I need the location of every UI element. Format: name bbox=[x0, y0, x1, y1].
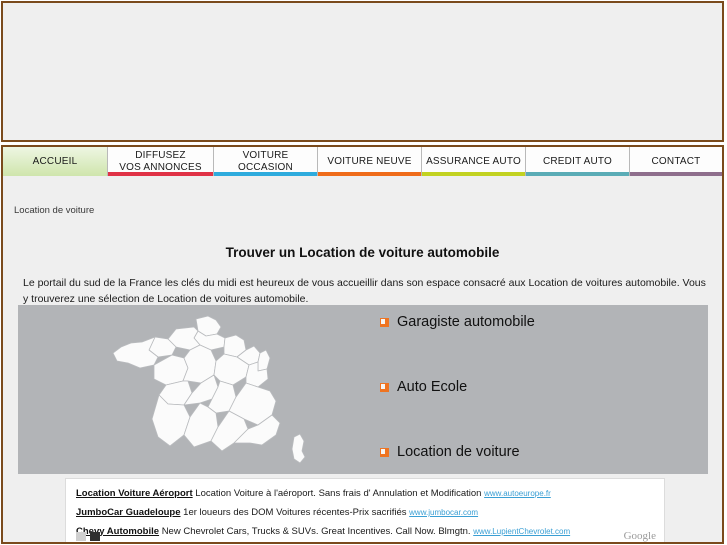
bullet-square-icon bbox=[380, 447, 389, 457]
nav-item-accueil-label: ACCUEIL bbox=[32, 155, 78, 167]
bullet-square-icon bbox=[380, 382, 389, 392]
nav-item-voiture-neuve-label: VOITURE NEUVE bbox=[327, 155, 412, 167]
ad-title[interactable]: JumboCar Guadeloupe bbox=[76, 507, 181, 518]
page-title: Trouver un Location de voiture automobil… bbox=[225, 245, 500, 261]
intro-paragraph: Le portail du sud de la France les clés … bbox=[23, 276, 706, 305]
ad-title[interactable]: Location Voiture Aéroport bbox=[76, 488, 193, 499]
google-brand-label: Google bbox=[623, 530, 656, 542]
category-link-garagiste-label: Garagiste automobile bbox=[397, 314, 535, 330]
category-link-auto-ecole[interactable]: Auto Ecole bbox=[380, 379, 467, 395]
ads-footer: Google bbox=[76, 530, 656, 542]
france-regions-map bbox=[18, 305, 358, 474]
nav-item-voiture-occasion-label: VOITURE OCCASION bbox=[238, 150, 293, 173]
category-panel: Garagiste automobile Auto Ecole Location… bbox=[18, 305, 708, 474]
main-content: Location de voiture Trouver un Location … bbox=[1, 176, 724, 544]
nav-item-accueil[interactable]: ACCUEIL bbox=[3, 147, 108, 176]
page-root: ACCUEIL DIFFUSEZ VOS ANNONCES VOITURE OCC… bbox=[0, 0, 727, 545]
ads-icon-dark bbox=[90, 532, 100, 541]
category-link-location-voiture-label: Location de voiture bbox=[397, 444, 520, 460]
nav-item-credit-auto[interactable]: CREDIT AUTO bbox=[526, 147, 630, 176]
header-banner bbox=[1, 1, 724, 142]
category-link-list: Garagiste automobile Auto Ecole Location… bbox=[380, 305, 700, 474]
nav-item-credit-auto-label: CREDIT AUTO bbox=[542, 155, 613, 167]
ads-block: Location Voiture Aéroport Location Voitu… bbox=[65, 478, 665, 542]
ads-icon-light bbox=[76, 532, 86, 541]
category-link-location-voiture[interactable]: Location de voiture bbox=[380, 444, 520, 460]
category-link-garagiste[interactable]: Garagiste automobile bbox=[380, 314, 535, 330]
nav-item-voiture-neuve[interactable]: VOITURE NEUVE bbox=[318, 147, 422, 176]
ad-url[interactable]: www.jumbocar.com bbox=[409, 508, 478, 517]
breadcrumb[interactable]: Location de voiture bbox=[14, 205, 94, 216]
bullet-square-icon bbox=[380, 317, 389, 327]
nav-item-contact-label: CONTACT bbox=[651, 155, 701, 167]
main-navigation: ACCUEIL DIFFUSEZ VOS ANNONCES VOITURE OCC… bbox=[1, 145, 724, 176]
nav-item-voiture-occasion[interactable]: VOITURE OCCASION bbox=[214, 147, 318, 176]
ad-url[interactable]: www.autoeurope.fr bbox=[484, 489, 551, 498]
ad-item: JumboCar Guadeloupe 1er loueurs des DOM … bbox=[76, 503, 664, 522]
nav-item-assurance-auto[interactable]: ASSURANCE AUTO bbox=[422, 147, 526, 176]
ad-description: Location Voiture à l'aéroport. Sans frai… bbox=[195, 488, 482, 499]
ad-item: Location Voiture Aéroport Location Voitu… bbox=[76, 484, 664, 503]
ad-description: 1er loueurs des DOM Voitures récentes-Pr… bbox=[183, 507, 407, 518]
nav-item-diffusez-label: DIFFUSEZ VOS ANNONCES bbox=[119, 150, 202, 173]
nav-item-diffusez[interactable]: DIFFUSEZ VOS ANNONCES bbox=[108, 147, 214, 176]
nav-item-contact[interactable]: CONTACT bbox=[630, 147, 722, 176]
category-link-auto-ecole-label: Auto Ecole bbox=[397, 379, 468, 395]
nav-item-assurance-auto-label: ASSURANCE AUTO bbox=[426, 155, 521, 167]
